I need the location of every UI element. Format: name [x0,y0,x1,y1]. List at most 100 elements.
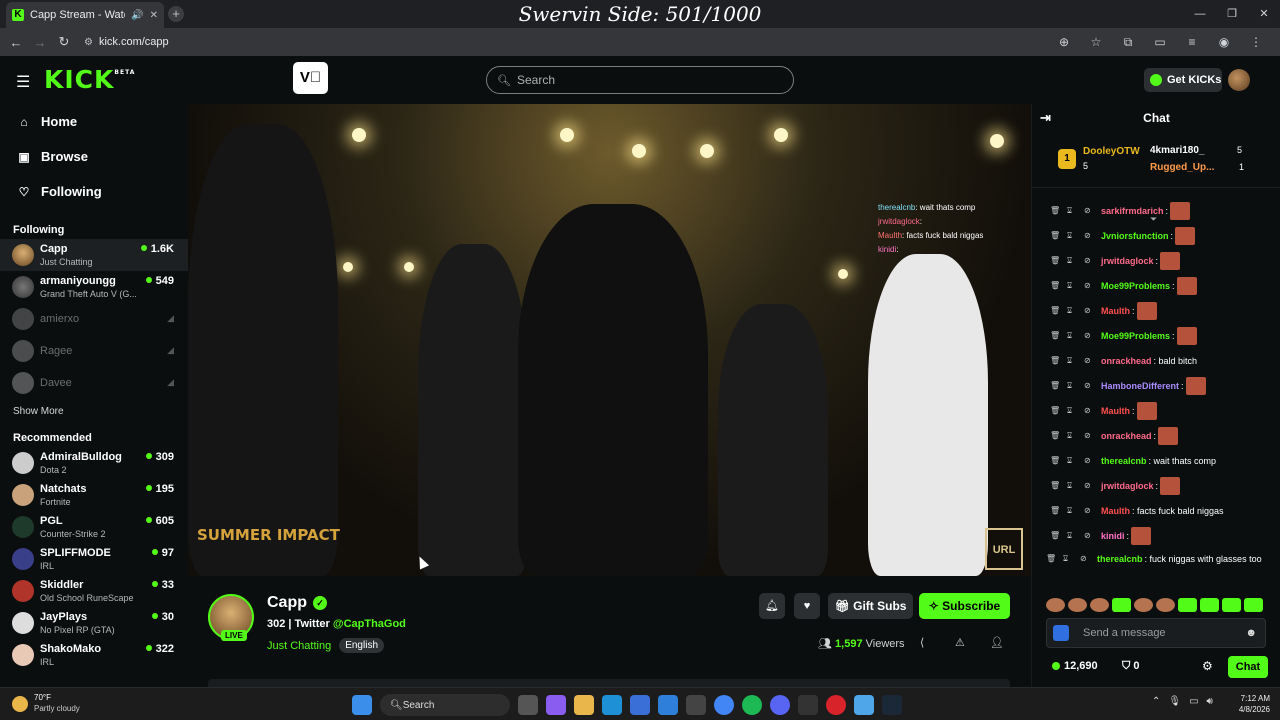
emote-icon[interactable] [1112,598,1131,612]
gift-subs-button[interactable]: 🎁︎ Gift Subs [828,593,913,619]
timeout-icon[interactable]: ⌛︎ [1067,206,1084,216]
timeout-icon[interactable]: ⌛︎ [1067,331,1084,341]
category-link[interactable]: Just Chatting [267,640,331,652]
tray-overflow-icon[interactable]: ⌃ [1152,696,1160,707]
back-icon[interactable]: ← [4,35,28,50]
ban-icon[interactable]: ⊘ [1084,531,1101,540]
emote-icon[interactable] [1068,598,1087,612]
extensions-icon[interactable]: ⧉ [1112,35,1144,50]
chat-username[interactable]: sarkifrmdarich [1101,206,1164,216]
ban-icon[interactable]: ⊘ [1084,331,1101,340]
sidebar-channel-admiralbulldog[interactable]: AdmiralBulldog Dota 2 309 [0,447,188,479]
delete-icon[interactable]: 🗑︎ [1050,356,1067,365]
extension-logo-icon[interactable]: V⃞ [293,62,328,94]
ban-icon[interactable]: ⊘ [1084,381,1101,390]
twitter-handle[interactable]: @CapThaGod [333,618,406,630]
emote-icon[interactable] [1134,598,1153,612]
timeout-icon[interactable]: ⌛︎ [1067,506,1084,516]
sidebar-channel-natchats[interactable]: Natchats Fortnite 195 [0,479,188,511]
chat-username[interactable]: onrackhead [1101,431,1152,441]
chat-settings-gear-icon[interactable]: ⚙ [1202,659,1213,673]
file-explorer-icon[interactable] [574,695,594,715]
subscribe-button[interactable]: ✧ Subscribe [919,593,1010,619]
sidebar-channel-amierxo[interactable]: amierxo ◢ [0,303,188,335]
delete-icon[interactable]: 🗑︎ [1050,506,1067,515]
ban-icon[interactable]: ⊘ [1084,206,1101,215]
ban-icon[interactable]: ⊘ [1084,456,1101,465]
delete-icon[interactable]: 🗑︎ [1050,206,1067,215]
nav-home[interactable]: ⌂ Home [0,104,188,139]
top-gifter-name[interactable]: DooleyOTW [1083,146,1140,157]
emote-icon[interactable] [1244,598,1263,612]
sidebar-channel-armaniyoungg[interactable]: armaniyoungg Grand Theft Auto V (G... 549 [0,271,188,303]
nav-browse[interactable]: ▣ Browse [0,139,188,174]
video-player[interactable]: SUMMER IMPACT URL therealcnb: wait thats… [188,104,1031,576]
chat-message-input[interactable]: Send a message ☻ [1046,618,1266,648]
profile-icon[interactable]: ◉ [1208,35,1240,49]
kicks-balance[interactable]: 12,690 [1052,660,1098,672]
sidebar-channel-davee[interactable]: Davee ◢ [0,367,188,399]
steam-icon[interactable] [882,695,902,715]
chat-username[interactable]: HamboneDifferent [1101,381,1179,391]
chat-username[interactable]: therealcnb [1097,552,1143,566]
report-icon[interactable]: ⚠ [955,636,965,649]
restore-icon[interactable]: ❐ [1216,0,1248,28]
timeout-icon[interactable]: ⌛︎ [1067,406,1084,416]
url-field[interactable]: ⚙ kick.com/capp [84,36,169,48]
timeout-icon[interactable]: ⌛︎ [1067,281,1084,291]
copilot-icon[interactable] [546,695,566,715]
chat-username[interactable]: jrwitdaglock [1101,256,1154,266]
emote-icon[interactable] [1200,598,1219,612]
sidebar-channel-shakomako[interactable]: ShakoMako IRL 322 [0,639,188,671]
emote-icon[interactable] [1156,598,1175,612]
nav-following[interactable]: ♡ Following [0,174,188,209]
notification-bell-button[interactable]: 🔔︎ [759,593,785,619]
chat-username[interactable]: Maulth [1101,406,1130,416]
cast-icon[interactable]: ▭ [1144,35,1176,49]
close-window-icon[interactable]: ✕ [1248,0,1280,28]
sidebar-channel-pgl[interactable]: PGL Counter-Strike 2 605 [0,511,188,543]
streamer-name[interactable]: Capp ✓ [267,594,327,612]
ban-icon[interactable]: ⊘ [1084,506,1101,515]
send-chat-button[interactable]: Chat [1228,656,1268,678]
emoji-picker-icon[interactable]: ☻ [1245,627,1257,639]
timeout-icon[interactable]: ⌛︎ [1067,531,1084,541]
mod-action-icons[interactable]: 🗑︎ [1046,552,1063,566]
app-icon[interactable] [686,695,706,715]
channel-points[interactable]: ⛉ 0 [1122,660,1139,673]
kick-logo[interactable]: KICKBETA [44,65,135,94]
delete-icon[interactable]: 🗑︎ [1050,331,1067,340]
delete-icon[interactable]: 🗑︎ [1050,281,1067,290]
timeout-icon[interactable]: ⌛︎ [1067,256,1084,266]
delete-icon[interactable]: 🗑︎ [1050,406,1067,415]
chat-username[interactable]: therealcnb [1101,456,1147,466]
timeout-icon[interactable]: ⌛︎ [1067,306,1084,316]
reload-icon[interactable]: ↻ [52,34,76,50]
ban-icon[interactable]: ⊘ [1084,406,1101,415]
timeout-icon[interactable]: ⌛︎ [1067,431,1084,441]
chat-username[interactable]: onrackhead [1101,356,1152,366]
ban-icon[interactable]: ⊘ [1084,431,1101,440]
search-input[interactable]: 🔍︎ Search [486,66,794,94]
timeout-icon[interactable]: ⌛︎ [1067,356,1084,366]
minimize-icon[interactable]: — [1184,0,1216,28]
sidebar-channel-jayplays[interactable]: JayPlays No Pixel RP (GTA) 30 [0,607,188,639]
timeout-icon[interactable]: ⌛︎ [1067,231,1084,241]
delete-icon[interactable]: 🗑︎ [1050,256,1067,265]
forward-icon[interactable]: → [28,35,52,50]
opera-icon[interactable] [826,695,846,715]
chrome-icon[interactable] [714,695,734,715]
delete-icon[interactable]: 🗑︎ [1050,381,1067,390]
delete-icon[interactable]: 🗑︎ [1050,456,1067,465]
notepad-icon[interactable] [854,695,874,715]
ban-icon[interactable]: ⊘ [1084,356,1101,365]
ban-icon[interactable]: ⊘ [1084,306,1101,315]
volume-icon[interactable]: 🔊︎ [1207,696,1213,707]
site-info-icon[interactable]: ⚙ [84,37,93,48]
timeout-icon[interactable]: ⌛︎ [1067,481,1084,491]
sidebar-channel-spliffmode[interactable]: SPLIFFMODE IRL 97 [0,543,188,575]
store-icon[interactable] [630,695,650,715]
media-icon[interactable]: ≡ [1176,35,1208,49]
edge-icon[interactable] [602,695,622,715]
emote-icon[interactable] [1222,598,1241,612]
